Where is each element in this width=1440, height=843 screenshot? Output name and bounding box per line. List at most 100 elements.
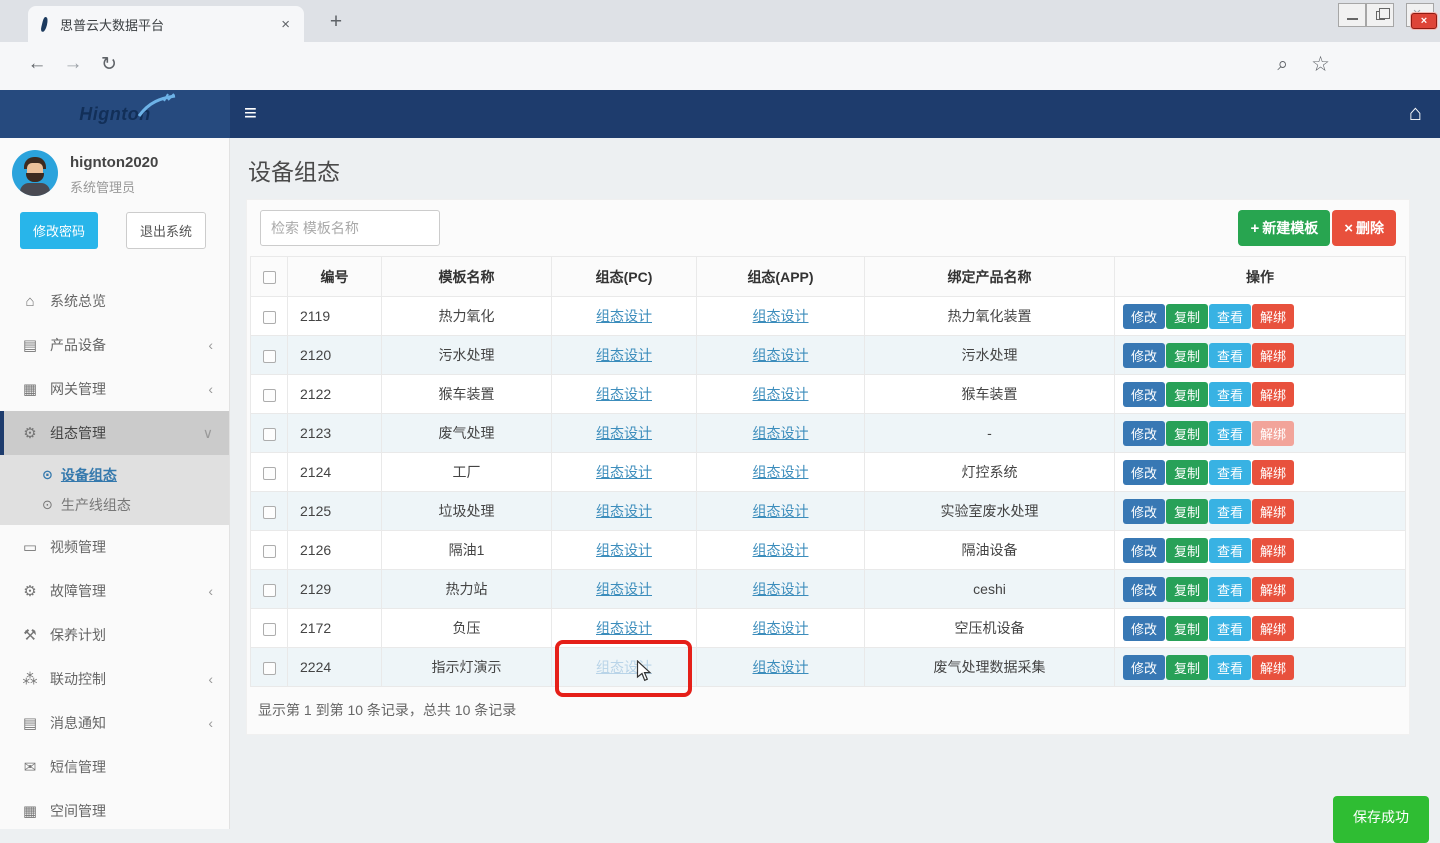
sidebar-item-products[interactable]: ▤产品设备‹ — [0, 323, 229, 367]
copy-button[interactable]: 复制 — [1166, 538, 1208, 563]
pc-config-link[interactable]: 组态设计 — [596, 542, 652, 558]
sidebar-item-sms[interactable]: ✉短信管理 — [0, 745, 229, 789]
row-checkbox[interactable] — [263, 311, 276, 324]
modify-button[interactable]: 修改 — [1123, 499, 1165, 524]
row-checkbox[interactable] — [263, 545, 276, 558]
unbind-button[interactable]: 解绑 — [1252, 538, 1294, 563]
reload-button[interactable]: ↻ — [96, 53, 122, 76]
pc-config-link[interactable]: 组态设计 — [596, 620, 652, 636]
sidebar-item-video[interactable]: ▭视频管理 — [0, 525, 229, 569]
row-checkbox[interactable] — [263, 428, 276, 441]
select-all-checkbox[interactable] — [263, 271, 276, 284]
pc-config-link[interactable]: 组态设计 — [596, 347, 652, 363]
bookmark-star-icon[interactable]: ☆ — [1311, 52, 1330, 77]
unbind-button[interactable]: 解绑 — [1252, 460, 1294, 485]
row-checkbox[interactable] — [263, 584, 276, 597]
unbind-button[interactable]: 解绑 — [1252, 343, 1294, 368]
view-button[interactable]: 查看 — [1209, 304, 1251, 329]
modify-button[interactable]: 修改 — [1123, 577, 1165, 602]
app-config-link[interactable]: 组态设计 — [753, 542, 809, 558]
view-button[interactable]: 查看 — [1209, 382, 1251, 407]
row-checkbox[interactable] — [263, 350, 276, 363]
zoom-out-icon[interactable]: ⌕ — [1277, 54, 1288, 76]
view-button[interactable]: 查看 — [1209, 421, 1251, 446]
app-config-link[interactable]: 组态设计 — [753, 464, 809, 480]
app-config-link[interactable]: 组态设计 — [753, 503, 809, 519]
sidebar-item-config[interactable]: ⚙组态管理∨ — [0, 411, 229, 455]
view-button[interactable]: 查看 — [1209, 655, 1251, 680]
app-config-link[interactable]: 组态设计 — [753, 620, 809, 636]
unbind-button[interactable]: 解绑 — [1252, 499, 1294, 524]
unbind-button[interactable]: 解绑 — [1252, 577, 1294, 602]
view-button[interactable]: 查看 — [1209, 616, 1251, 641]
new-tab-button[interactable]: + — [322, 9, 350, 37]
home-icon[interactable]: ⌂ — [1409, 100, 1422, 126]
unbind-button[interactable]: 解绑 — [1252, 304, 1294, 329]
copy-button[interactable]: 复制 — [1166, 382, 1208, 407]
modify-button[interactable]: 修改 — [1123, 538, 1165, 563]
app-config-link[interactable]: 组态设计 — [753, 425, 809, 441]
row-checkbox[interactable] — [263, 389, 276, 402]
pc-config-link[interactable]: 组态设计 — [596, 308, 652, 324]
sidebar-item-linkage[interactable]: ⁂联动控制‹ — [0, 657, 229, 701]
new-template-button[interactable]: +新建模板 — [1238, 210, 1330, 246]
app-config-link[interactable]: 组态设计 — [753, 386, 809, 402]
modify-button[interactable]: 修改 — [1123, 655, 1165, 680]
copy-button[interactable]: 复制 — [1166, 421, 1208, 446]
browser-tab[interactable]: 思普云大数据平台 × — [28, 6, 304, 42]
app-config-link[interactable]: 组态设计 — [753, 308, 809, 324]
row-checkbox[interactable] — [263, 506, 276, 519]
app-config-link[interactable]: 组态设计 — [753, 347, 809, 363]
sidebar-subitem[interactable]: ⊙生产线组态 — [0, 490, 229, 520]
restore-button[interactable] — [1366, 3, 1394, 27]
modify-button[interactable]: 修改 — [1123, 421, 1165, 446]
row-checkbox[interactable] — [263, 623, 276, 636]
sidebar-item-gateway[interactable]: ▦网关管理‹ — [0, 367, 229, 411]
copy-button[interactable]: 复制 — [1166, 616, 1208, 641]
pc-config-link[interactable]: 组态设计 — [596, 581, 652, 597]
pc-config-link[interactable]: 组态设计 — [596, 425, 652, 441]
unbind-button[interactable]: 解绑 — [1252, 382, 1294, 407]
sidebar-item-message[interactable]: ▤消息通知‹ — [0, 701, 229, 745]
modify-button[interactable]: 修改 — [1123, 343, 1165, 368]
modify-button[interactable]: 修改 — [1123, 460, 1165, 485]
close-button[interactable]: × × — [1406, 3, 1434, 27]
search-input[interactable] — [260, 210, 440, 246]
view-button[interactable]: 查看 — [1209, 577, 1251, 602]
copy-button[interactable]: 复制 — [1166, 343, 1208, 368]
pc-config-link[interactable]: 组态设计 — [596, 503, 652, 519]
delete-button[interactable]: ×删除 — [1332, 210, 1396, 246]
view-button[interactable]: 查看 — [1209, 460, 1251, 485]
row-checkbox[interactable] — [263, 662, 276, 675]
tab-close-icon[interactable]: × — [277, 16, 294, 33]
view-button[interactable]: 查看 — [1209, 538, 1251, 563]
copy-button[interactable]: 复制 — [1166, 499, 1208, 524]
sidebar-item-overview[interactable]: ⌂系统总览 — [0, 279, 229, 323]
copy-button[interactable]: 复制 — [1166, 304, 1208, 329]
unbind-button[interactable]: 解绑 — [1252, 616, 1294, 641]
copy-button[interactable]: 复制 — [1166, 655, 1208, 680]
modify-button[interactable]: 修改 — [1123, 616, 1165, 641]
unbind-button[interactable]: 解绑 — [1252, 421, 1294, 446]
row-checkbox[interactable] — [263, 467, 276, 480]
pc-config-link[interactable]: 组态设计 — [596, 386, 652, 402]
modify-button[interactable]: 修改 — [1123, 304, 1165, 329]
sidebar-item-maintenance[interactable]: ⚒保养计划 — [0, 613, 229, 657]
logout-button[interactable]: 退出系统 — [126, 212, 206, 249]
app-config-link[interactable]: 组态设计 — [753, 581, 809, 597]
sidebar-subitem[interactable]: ⊙设备组态 — [0, 460, 229, 490]
view-button[interactable]: 查看 — [1209, 499, 1251, 524]
copy-button[interactable]: 复制 — [1166, 460, 1208, 485]
forward-button[interactable]: → — [60, 53, 86, 75]
copy-button[interactable]: 复制 — [1166, 577, 1208, 602]
app-config-link[interactable]: 组态设计 — [753, 659, 809, 675]
pc-config-link[interactable]: 组态设计 — [596, 464, 652, 480]
back-button[interactable]: ← — [24, 53, 50, 75]
sidebar-item-fault[interactable]: ⚙故障管理‹ — [0, 569, 229, 613]
change-password-button[interactable]: 修改密码 — [20, 212, 98, 249]
unbind-button[interactable]: 解绑 — [1252, 655, 1294, 680]
view-button[interactable]: 查看 — [1209, 343, 1251, 368]
minimize-button[interactable] — [1338, 3, 1366, 27]
sidebar-item-space[interactable]: ▦空间管理 — [0, 789, 229, 833]
modify-button[interactable]: 修改 — [1123, 382, 1165, 407]
